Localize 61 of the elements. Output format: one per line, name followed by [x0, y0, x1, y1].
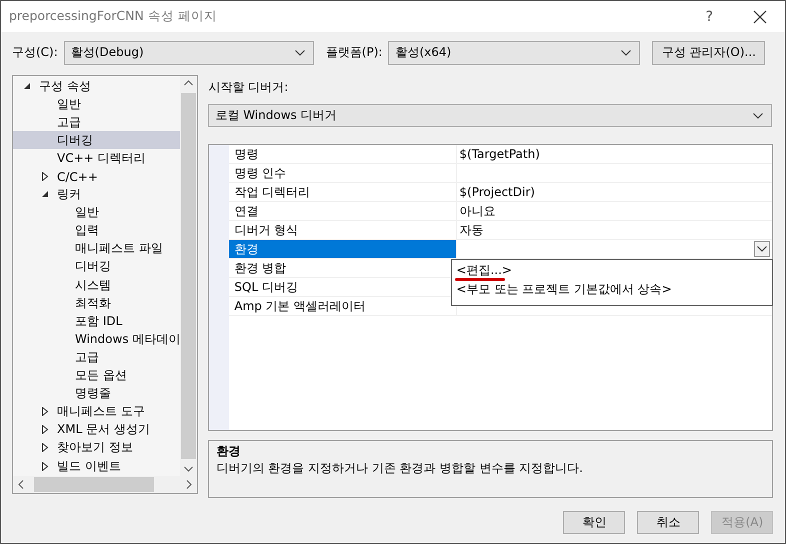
property-name[interactable]: 환경 — [229, 240, 456, 258]
chevron-icon[interactable] — [757, 246, 768, 252]
vertical-scrollbar[interactable] — [180, 76, 198, 476]
platform-dropdown[interactable]: 활성(x64) — [388, 40, 640, 64]
expanded-arrow-icon[interactable] — [41, 190, 49, 200]
property-value[interactable]: $(ProjectDir) — [459, 183, 535, 201]
tree-item[interactable]: 입력 — [13, 222, 180, 240]
property-name[interactable]: 명령 — [229, 145, 456, 163]
tree-item[interactable]: 링커 — [13, 186, 180, 204]
chevron-icon[interactable] — [621, 50, 632, 56]
property-name[interactable]: 연결 — [229, 202, 456, 220]
dropdown-option[interactable]: <편집...> — [452, 261, 772, 280]
tree-item[interactable]: 찾아보기 정보 — [13, 438, 180, 457]
tree-item[interactable]: VC++ 디렉터리 — [13, 149, 180, 168]
tree-item[interactable]: 시스템 — [13, 276, 180, 294]
tree-item[interactable]: 명령줄 — [13, 384, 180, 403]
tree-item[interactable]: 고급 — [13, 113, 180, 132]
tree-item[interactable]: 매니페스트 파일 — [13, 240, 180, 258]
property-value[interactable]: 아니요 — [459, 202, 496, 220]
dropdown-option[interactable]: <부모 또는 프로젝트 기본값에서 상속> — [452, 280, 772, 299]
chevron-icon[interactable] — [753, 112, 764, 118]
tree-item[interactable]: Windows 메타데이 — [13, 330, 180, 348]
property-value[interactable]: $(TargetPath) — [459, 145, 540, 163]
tree-item[interactable]: 모든 옵션 — [13, 366, 180, 385]
tree-item[interactable]: 매니페스트 도구 — [13, 402, 180, 421]
tree-item[interactable]: 일반 — [13, 204, 180, 222]
dropdown-button[interactable] — [754, 241, 770, 257]
debugger-label: 시작할 디버거: — [208, 79, 290, 96]
property-name[interactable]: 디버거 형식 — [229, 221, 456, 239]
close-icon[interactable] — [753, 10, 767, 24]
chevron-icon[interactable] — [18, 480, 24, 489]
dialog-button[interactable]: 취소 — [637, 511, 700, 534]
tree-item[interactable]: 일반 — [13, 95, 180, 114]
help-button[interactable]: ? — [706, 8, 713, 24]
tree-item[interactable]: 포함 IDL — [13, 312, 180, 330]
horizontal-scrollbar[interactable] — [13, 476, 198, 493]
debugger-dropdown[interactable]: 로컬 Windows 디버거 — [208, 104, 772, 127]
collapsed-arrow-icon[interactable] — [41, 172, 49, 182]
tree-item[interactable]: XML 문서 생성기 — [13, 420, 180, 439]
tree-item[interactable]: 디버깅 — [13, 131, 180, 150]
chevron-icon[interactable] — [294, 50, 305, 56]
platform-label: 플랫폼(P): — [326, 44, 382, 61]
expanded-arrow-icon[interactable] — [23, 82, 31, 91]
underline-mark — [455, 278, 506, 281]
description-text: 디버기의 환경을 지정하거나 기존 환경과 병합할 변수를 지정합니다. — [216, 460, 584, 477]
config-dropdown[interactable]: 활성(Debug) — [64, 40, 314, 64]
tree-item[interactable]: 빌드 이벤트 — [13, 456, 180, 476]
chevron-icon[interactable] — [184, 80, 194, 86]
config-manager-button[interactable]: 구성 관리자(O)... — [652, 40, 766, 64]
tree-item[interactable]: 최적화 — [13, 294, 180, 312]
tree-item[interactable]: 구성 속성 — [13, 77, 180, 96]
description-title: 환경 — [216, 443, 242, 460]
tree-item[interactable]: 디버깅 — [13, 258, 180, 276]
dialog-button[interactable]: 확인 — [563, 511, 626, 534]
tree-item[interactable]: 고급 — [13, 348, 180, 366]
property-name[interactable]: 작업 디렉터리 — [229, 183, 456, 201]
tree-item[interactable]: C/C++ — [13, 167, 180, 186]
window-title: preporcessingForCNN 속성 페이지 — [9, 8, 217, 25]
property-value[interactable]: 자동 — [459, 221, 484, 239]
property-name[interactable]: 명령 인수 — [229, 164, 456, 182]
config-label: 구성(C): — [12, 44, 58, 61]
